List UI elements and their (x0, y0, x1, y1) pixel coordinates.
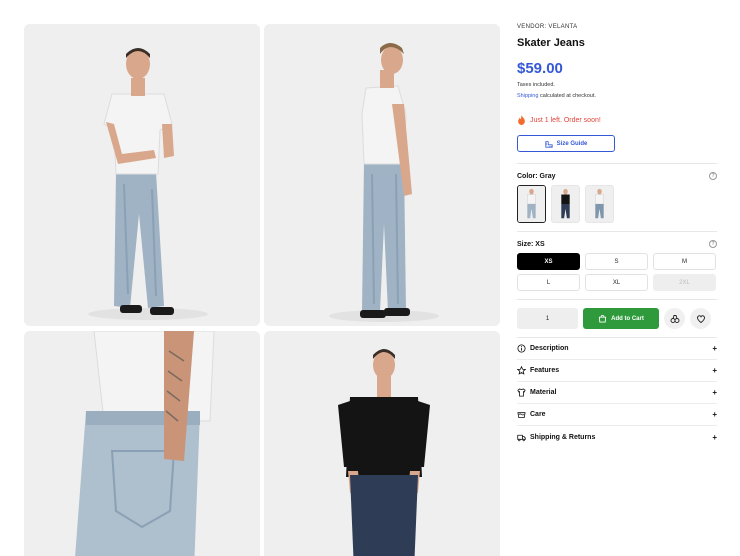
divider (517, 163, 717, 164)
accordion-material-label: Material (530, 389, 557, 396)
color-swatches (517, 185, 717, 223)
size-option-header: Size: XS ? (517, 239, 717, 249)
plus-icon: + (712, 344, 717, 353)
accordion-care[interactable]: Care + (517, 404, 717, 426)
plus-icon: + (712, 432, 717, 442)
help-icon[interactable]: ? (709, 240, 717, 248)
color-option-header: Color: Gray ? (517, 171, 717, 181)
accordion-shipping-returns-label: Shipping & Returns (530, 433, 596, 441)
color-swatch-black[interactable] (551, 185, 580, 223)
product-photo-dark-wash[interactable] (264, 331, 500, 556)
low-stock-alert: Just 1 left. Order soon! (517, 114, 717, 126)
product-price: $59.00 (517, 60, 563, 77)
product-title: Skater Jeans (517, 37, 585, 49)
vendor-label: VENDOR: VELANTA (517, 24, 578, 30)
shipping-note: Shipping calculated at checkout. (517, 93, 717, 100)
purchase-row: 1 Add to Cart (517, 308, 717, 329)
add-to-cart-label: Add to Cart (611, 315, 644, 322)
accordion-description[interactable]: Description + (517, 338, 717, 360)
shopping-bag-icon (599, 314, 607, 323)
color-swatch-light[interactable] (585, 185, 614, 223)
truck-icon (517, 434, 526, 441)
heart-icon (696, 314, 705, 323)
divider (517, 231, 717, 232)
plus-icon: + (712, 410, 717, 419)
plus-icon: + (712, 366, 717, 375)
size-guide-label: Size Guide (556, 140, 588, 147)
size-option-l[interactable]: L (517, 274, 580, 291)
plus-icon: + (712, 388, 717, 397)
product-photo-front[interactable] (24, 24, 260, 326)
help-icon[interactable]: ? (709, 172, 717, 180)
low-stock-text: Just 1 left. Order soon! (530, 116, 601, 124)
compare-icon (670, 314, 679, 323)
size-option-m[interactable]: M (653, 253, 716, 270)
shipping-note-text: calculated at checkout. (538, 93, 596, 99)
accordion-features[interactable]: Features + (517, 360, 717, 382)
size-option-s[interactable]: S (585, 253, 648, 270)
accordion-material[interactable]: Material + (517, 382, 717, 404)
accordion-description-label: Description (530, 345, 569, 352)
ruler-icon (545, 140, 553, 148)
shirt-icon (517, 388, 526, 397)
add-to-cart-button[interactable]: Add to Cart (583, 308, 659, 329)
accordion-care-label: Care (530, 411, 546, 418)
care-icon (517, 412, 526, 419)
divider (517, 299, 717, 300)
compare-button[interactable] (664, 308, 685, 329)
product-photo-back-pocket[interactable] (24, 331, 260, 556)
shipping-link[interactable]: Shipping (517, 93, 538, 99)
wishlist-button[interactable] (690, 308, 711, 329)
star-icon (517, 366, 526, 375)
accordion-features-label: Features (530, 367, 560, 374)
size-option-xs[interactable]: XS (517, 253, 580, 270)
size-option-2xl[interactable]: 2XL (653, 274, 716, 291)
product-info-panel: VENDOR: VELANTA Skater Jeans $59.00 Taxe… (517, 24, 717, 448)
size-option-xl[interactable]: XL (585, 274, 648, 291)
accordion-shipping-returns[interactable]: Shipping & Returns + (517, 426, 717, 448)
size-label: Size: XS (517, 240, 545, 248)
fire-icon (518, 115, 525, 125)
info-icon (517, 344, 526, 353)
size-guide-button[interactable]: Size Guide (517, 135, 615, 152)
product-photo-side[interactable] (264, 24, 500, 326)
size-options: XS S M L XL 2XL (517, 253, 717, 291)
color-label: Color: Gray (517, 172, 556, 180)
tax-note: Taxes included. (517, 82, 555, 88)
quantity-input[interactable]: 1 (517, 308, 578, 329)
color-swatch-gray[interactable] (517, 185, 546, 223)
